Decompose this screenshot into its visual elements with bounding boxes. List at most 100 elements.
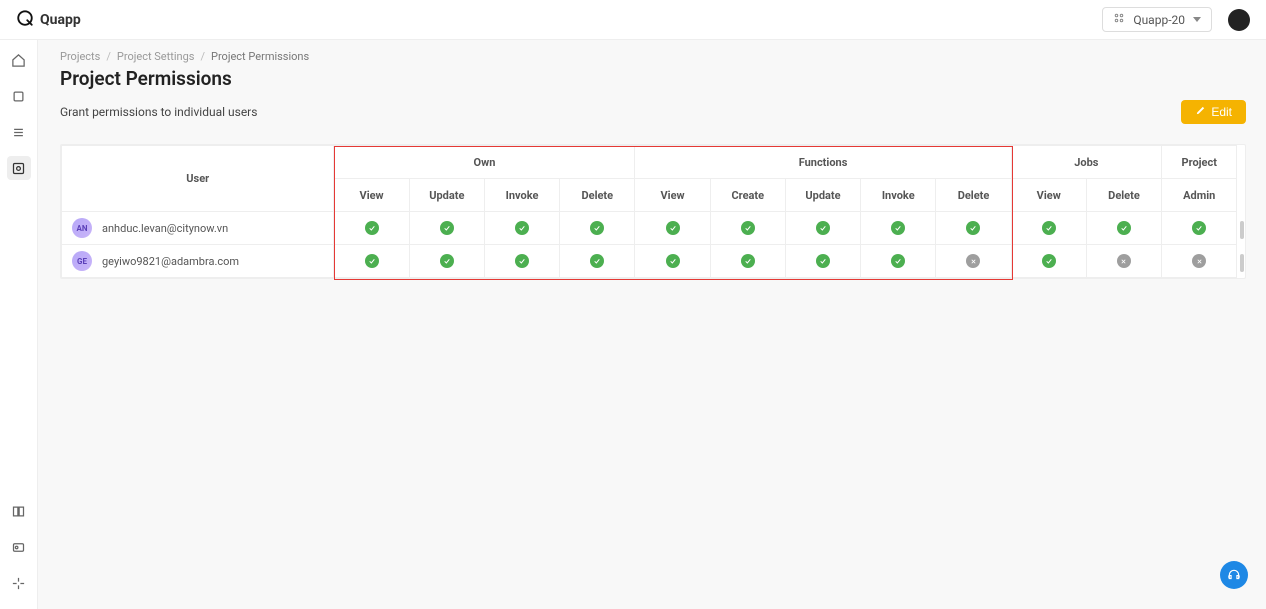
check-icon: [1042, 254, 1056, 268]
perm-cell: [1086, 245, 1161, 278]
perm-cell: [484, 212, 559, 245]
sidebar-item-integrations[interactable]: [7, 571, 31, 595]
check-icon: [741, 254, 755, 268]
perm-cell: [1162, 212, 1237, 245]
col-group-header: Project: [1162, 146, 1237, 179]
check-icon: [1192, 221, 1206, 235]
brand-logo-icon: [16, 9, 34, 31]
perm-cell: [1011, 212, 1086, 245]
workspace-icon: [1113, 12, 1125, 27]
col-header: View: [334, 179, 409, 212]
check-icon: [741, 221, 755, 235]
chevron-down-icon: [1193, 17, 1201, 22]
check-icon: [891, 221, 905, 235]
perm-cell: [785, 212, 860, 245]
perm-cell: [635, 245, 710, 278]
content: Projects / Project Settings / Project Pe…: [38, 40, 1266, 609]
perm-cell: [409, 212, 484, 245]
topbar-right: Quapp-20: [1102, 7, 1250, 32]
col-header: Delete: [936, 179, 1011, 212]
perm-cell: [1086, 212, 1161, 245]
cross-icon: [1117, 254, 1131, 268]
check-icon: [666, 254, 680, 268]
perm-cell: [635, 212, 710, 245]
perm-cell: [1011, 245, 1086, 278]
perm-cell: [936, 245, 1011, 278]
user-avatar-badge: AN: [72, 218, 92, 238]
edit-icon: [1195, 105, 1206, 119]
col-header: Invoke: [484, 179, 559, 212]
perm-cell: [785, 245, 860, 278]
col-header: Delete: [1086, 179, 1161, 212]
table-row: ANanhduc.levan@citynow.vn: [62, 212, 1246, 245]
perm-cell: [484, 245, 559, 278]
cross-icon: [966, 254, 980, 268]
perm-cell: [936, 212, 1011, 245]
check-icon: [365, 254, 379, 268]
col-header: View: [1011, 179, 1086, 212]
sidebar-item-box[interactable]: [7, 84, 31, 108]
check-icon: [515, 221, 529, 235]
check-icon: [590, 221, 604, 235]
check-icon: [891, 254, 905, 268]
check-icon: [666, 221, 680, 235]
sidebar-item-home[interactable]: [7, 48, 31, 72]
perm-cell: [710, 245, 785, 278]
check-icon: [816, 221, 830, 235]
col-header: Admin: [1162, 179, 1237, 212]
user-avatar[interactable]: [1228, 9, 1250, 31]
breadcrumb: Projects / Project Settings / Project Pe…: [60, 50, 1246, 63]
scroll-thumb[interactable]: [1240, 221, 1244, 239]
perm-cell: [861, 212, 936, 245]
edit-button[interactable]: Edit: [1181, 100, 1246, 124]
check-icon: [440, 254, 454, 268]
sidebar-item-docs[interactable]: [7, 499, 31, 523]
permissions-table: UserOwnFunctionsJobsProjectViewUpdateInv…: [60, 144, 1246, 279]
perm-cell: [409, 245, 484, 278]
workspace-selector[interactable]: Quapp-20: [1102, 7, 1212, 32]
col-header: Create: [710, 179, 785, 212]
col-group-header: Jobs: [1011, 146, 1161, 179]
col-header: Update: [785, 179, 860, 212]
breadcrumb-link[interactable]: Project Settings: [117, 50, 195, 63]
help-button[interactable]: [1220, 561, 1248, 589]
col-header: View: [635, 179, 710, 212]
user-cell: ANanhduc.levan@citynow.vn: [62, 212, 334, 245]
cross-icon: [1192, 254, 1206, 268]
sidebar-item-list[interactable]: [7, 120, 31, 144]
user-email: geyiwo9821@adambra.com: [102, 255, 239, 268]
topbar: Quapp Quapp-20: [0, 0, 1266, 40]
breadcrumb-current: Project Permissions: [211, 50, 309, 63]
perm-cell: [334, 245, 409, 278]
sidebar-item-card[interactable]: [7, 535, 31, 559]
scroll-thumb[interactable]: [1240, 254, 1244, 272]
col-group-header: Functions: [635, 146, 1011, 179]
col-header-user: User: [62, 146, 334, 212]
col-header: Invoke: [861, 179, 936, 212]
perm-cell: [560, 245, 635, 278]
brand: Quapp: [16, 9, 81, 31]
user-cell: GE geyiwo9821@adambra.com: [62, 245, 334, 278]
user-avatar-badge: GE: [72, 251, 92, 271]
edit-button-label: Edit: [1211, 105, 1232, 119]
perm-cell: [710, 212, 785, 245]
check-icon: [365, 221, 379, 235]
perm-cell: [1162, 245, 1237, 278]
perm-cell: [861, 245, 936, 278]
workspace-label: Quapp-20: [1133, 13, 1185, 27]
table-row: GE geyiwo9821@adambra.com: [62, 245, 1246, 278]
perm-cell: [560, 212, 635, 245]
check-icon: [1117, 221, 1131, 235]
sidebar-item-settings[interactable]: [7, 156, 31, 180]
sidebar: [0, 40, 38, 609]
check-icon: [816, 254, 830, 268]
page-subtitle: Grant permissions to individual users: [60, 105, 257, 119]
col-header: Update: [409, 179, 484, 212]
page-title: Project Permissions: [60, 67, 1246, 90]
check-icon: [515, 254, 529, 268]
breadcrumb-link[interactable]: Projects: [60, 50, 100, 63]
check-icon: [440, 221, 454, 235]
col-header: Delete: [560, 179, 635, 212]
perm-cell: [334, 212, 409, 245]
brand-name: Quapp: [40, 12, 81, 28]
